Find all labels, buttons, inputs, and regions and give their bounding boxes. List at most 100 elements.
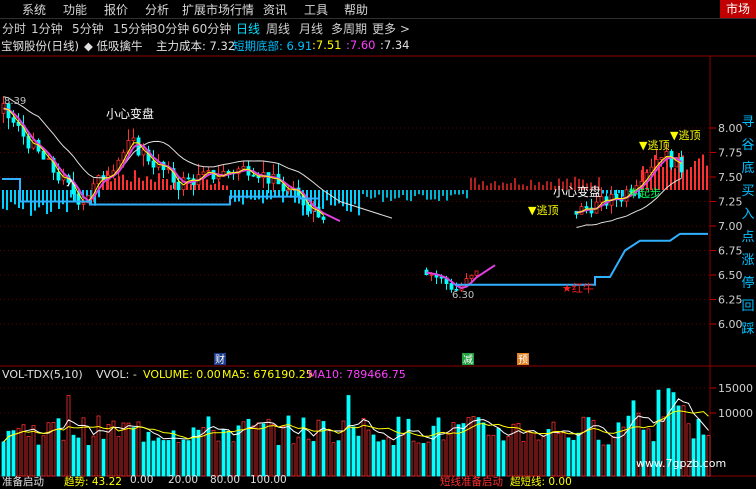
macd-bar bbox=[518, 184, 520, 190]
volume-bar bbox=[291, 443, 296, 477]
volume-bar bbox=[101, 438, 106, 477]
macd-bar bbox=[22, 190, 24, 210]
macd-bar bbox=[214, 183, 216, 190]
volume-bar bbox=[136, 421, 141, 477]
volume-bar bbox=[206, 416, 211, 477]
volume-bar bbox=[71, 434, 76, 477]
macd-bar bbox=[406, 190, 408, 201]
side-text-char: 停 bbox=[741, 275, 754, 291]
macd-bar bbox=[378, 190, 380, 195]
macd-bar bbox=[350, 190, 352, 212]
macd-bar bbox=[550, 181, 552, 190]
macd-bar bbox=[434, 190, 436, 200]
caution-label-2: 小心变盘 bbox=[553, 184, 601, 199]
macd-bar bbox=[702, 154, 704, 190]
volume-bar bbox=[416, 442, 421, 477]
price-tick-label: 6.25 bbox=[718, 294, 743, 307]
macd-bar bbox=[374, 190, 376, 198]
vvol-value: VVOL: - bbox=[96, 368, 137, 381]
candle-body bbox=[216, 175, 221, 180]
volume-bar bbox=[251, 425, 256, 477]
volume-tick-label: 10000 bbox=[718, 407, 753, 420]
candle-body bbox=[96, 175, 101, 185]
event-label-jian: 减 bbox=[463, 354, 473, 366]
macd-bar bbox=[402, 190, 404, 196]
macd-bar bbox=[6, 190, 8, 211]
macd-bar bbox=[330, 190, 332, 206]
volume-bar bbox=[411, 440, 416, 477]
volume-bar bbox=[501, 440, 506, 477]
macd-bar bbox=[266, 190, 268, 200]
macd-bar bbox=[114, 178, 116, 190]
escape-label-1: ▼逃顶 bbox=[528, 204, 558, 217]
macd-bar bbox=[694, 160, 696, 190]
volume-bar bbox=[116, 436, 121, 477]
volume-tick-label: 15000 bbox=[718, 382, 753, 395]
volume-bar bbox=[181, 439, 186, 477]
volume-bar bbox=[401, 432, 406, 477]
volume-bar bbox=[296, 436, 301, 477]
volume-bar bbox=[91, 435, 96, 477]
volume-bar bbox=[156, 437, 161, 477]
volume-bar bbox=[616, 422, 621, 477]
volume-bar bbox=[11, 430, 16, 477]
volume-bar bbox=[331, 442, 336, 477]
volume-bar bbox=[426, 441, 431, 477]
macd-bar bbox=[458, 190, 460, 195]
volume-bar bbox=[606, 444, 611, 477]
volume-bar bbox=[521, 441, 526, 477]
side-text-char: 回 bbox=[741, 299, 754, 314]
volume-axis-ticks: 15000 10000 bbox=[710, 382, 753, 420]
enter-label: 入 bbox=[66, 178, 76, 189]
macd-bar bbox=[510, 183, 512, 190]
macd-bar bbox=[390, 190, 392, 201]
macd-bar bbox=[170, 185, 172, 190]
volume-bar bbox=[381, 439, 386, 477]
side-text-char: 买 bbox=[741, 184, 754, 199]
price-grid bbox=[0, 127, 710, 325]
candle-body bbox=[241, 166, 246, 170]
low-mark: 6.30 bbox=[452, 290, 474, 301]
volume-bar bbox=[486, 434, 491, 477]
macd-bar bbox=[162, 179, 164, 190]
volume-bar bbox=[371, 434, 376, 477]
macd-bar bbox=[146, 176, 148, 190]
price-tick-label: 7.25 bbox=[718, 196, 743, 209]
side-text-char: 谷 bbox=[741, 138, 754, 153]
volume-bar bbox=[316, 419, 321, 477]
macd-bar bbox=[222, 185, 224, 190]
side-text-char: 入 bbox=[741, 207, 754, 222]
candle-body bbox=[151, 160, 156, 168]
volume-bar bbox=[186, 440, 191, 477]
status-v3: 80.00 bbox=[210, 474, 241, 486]
price-tick-label: 6.00 bbox=[718, 318, 743, 331]
macd-bar bbox=[514, 178, 516, 190]
macd-bar bbox=[686, 169, 688, 190]
event-label-cai: 财 bbox=[215, 353, 225, 366]
candle-body bbox=[266, 172, 271, 184]
side-text-char: 点 bbox=[741, 230, 754, 245]
volume-bar bbox=[586, 417, 591, 477]
volume-bar bbox=[541, 436, 546, 477]
candle-body bbox=[211, 170, 216, 180]
side-text-char: 涨 bbox=[741, 253, 754, 268]
macd-bar bbox=[38, 190, 40, 208]
macd-bar bbox=[662, 167, 664, 190]
volume-bar bbox=[531, 432, 536, 477]
macd-bar bbox=[270, 190, 272, 200]
volume-bar bbox=[601, 444, 606, 477]
status-v4: 100.00 bbox=[250, 474, 287, 486]
high-mark: 8.39 bbox=[4, 96, 26, 107]
volume-bar bbox=[376, 441, 381, 477]
volume-bar bbox=[451, 422, 456, 477]
volume-bar bbox=[551, 421, 556, 477]
volume-bar bbox=[16, 428, 21, 477]
candle-body bbox=[81, 202, 86, 205]
macd-bar bbox=[486, 185, 488, 190]
macd-bar bbox=[494, 181, 496, 190]
macd-bar bbox=[430, 190, 432, 200]
price-axis-ticks: 8.00 7.75 7.50 7.25 7.00 6.75 6.50 6.25 6.00 bbox=[710, 122, 743, 331]
macd-bar bbox=[542, 184, 544, 190]
macd-bar bbox=[138, 177, 140, 190]
candle-body bbox=[449, 283, 454, 290]
